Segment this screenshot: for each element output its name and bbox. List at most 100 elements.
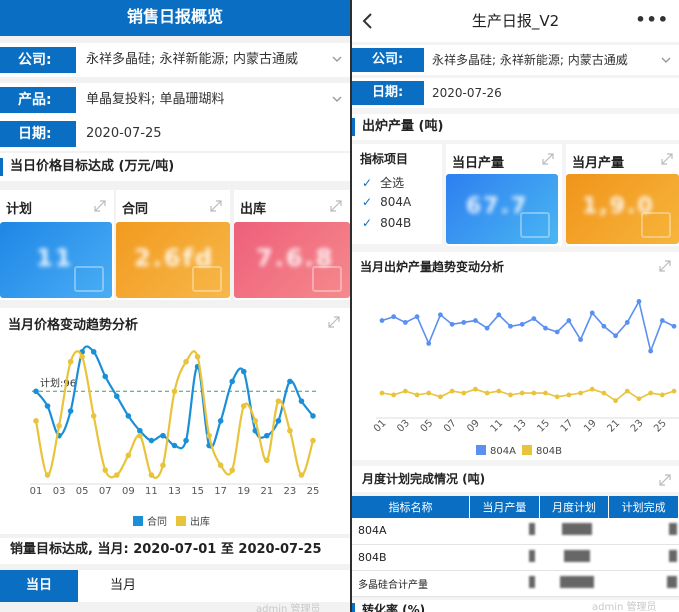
legend-item-804b[interactable]: 804B xyxy=(522,445,562,457)
data-point xyxy=(160,462,166,469)
x-tick-label: 15 xyxy=(535,418,552,435)
table-row[interactable]: 多晶硅合计产量 xyxy=(352,570,679,597)
chevron-down-icon[interactable] xyxy=(332,94,342,104)
option-label: 804A xyxy=(380,195,412,209)
x-tick-label: 01 xyxy=(372,418,389,435)
data-point xyxy=(171,388,178,395)
x-tick-label: 01 xyxy=(30,486,43,497)
data-point xyxy=(438,312,443,318)
data-point xyxy=(578,390,583,396)
filter-label: 产品: xyxy=(0,87,76,113)
data-point xyxy=(566,392,572,398)
data-point xyxy=(426,341,432,346)
x-tick-label: 19 xyxy=(237,486,250,497)
chevron-down-icon[interactable] xyxy=(332,54,342,64)
section-title: 转化率 (%) xyxy=(362,603,426,612)
company-filter[interactable]: 公司: 永祥多晶硅; 永祥新能源; 内蒙古通威 xyxy=(0,43,350,77)
kpi-label: 出库 xyxy=(240,202,267,217)
section-title: 出炉产量 (吨) xyxy=(362,119,444,134)
table-row[interactable]: 804B xyxy=(352,544,679,571)
data-point xyxy=(671,388,677,394)
section-accent xyxy=(352,603,355,612)
redacted-cell xyxy=(539,544,609,571)
x-tick-label: 17 xyxy=(559,418,576,435)
data-point xyxy=(601,323,607,329)
indicator-selector: 指标项目 ✓ 全选 ✓ 804A ✓ 804B xyxy=(352,144,442,244)
column-header: 当月产量 xyxy=(469,496,540,518)
table-header-row: 指标名称 当月产量 月度计划 计划完成 xyxy=(352,496,679,518)
kpi-tile: 1,9.0 xyxy=(566,174,679,244)
data-point xyxy=(391,314,397,320)
chevron-down-icon[interactable] xyxy=(661,55,671,65)
expand-icon[interactable] xyxy=(542,153,554,165)
column-header: 指标名称 xyxy=(352,496,471,518)
data-point xyxy=(648,390,654,396)
data-point xyxy=(554,394,560,400)
period-tabs: 当日 当月 xyxy=(0,570,350,602)
section-accent xyxy=(0,158,3,176)
x-tick-label: 03 xyxy=(395,418,412,435)
redacted-cell xyxy=(469,570,540,597)
data-point xyxy=(624,388,630,394)
document-icon xyxy=(520,212,550,238)
date-value[interactable]: 2020-07-26 xyxy=(432,78,502,108)
table-row[interactable]: 804A xyxy=(352,518,679,545)
date-filter[interactable]: 日期: 2020-07-25 xyxy=(0,117,350,151)
data-point xyxy=(183,358,189,365)
tab-month[interactable]: 当月 xyxy=(84,570,162,602)
data-point xyxy=(449,388,455,394)
more-icon[interactable]: ••• xyxy=(635,10,669,29)
data-point xyxy=(102,373,109,380)
x-tick-label: 05 xyxy=(76,486,89,497)
x-tick-label: 07 xyxy=(99,486,112,497)
data-point xyxy=(473,318,478,323)
kpi-tile: 67.7 xyxy=(446,174,558,244)
x-tick-label: 07 xyxy=(442,418,459,435)
series-line xyxy=(381,299,675,354)
data-point xyxy=(44,472,51,478)
data-point xyxy=(298,472,305,478)
x-tick-label: 23 xyxy=(284,486,297,497)
expand-icon[interactable] xyxy=(659,474,671,486)
date-filter[interactable]: 日期: 2020-07-26 xyxy=(352,78,679,108)
data-point xyxy=(113,393,120,400)
legend-item-outbound[interactable]: 出库 xyxy=(176,513,210,528)
data-point xyxy=(659,392,665,398)
data-point xyxy=(414,392,420,398)
data-point xyxy=(298,398,305,404)
data-point xyxy=(601,390,607,396)
data-point xyxy=(484,390,490,396)
legend-item-contract[interactable]: 合同 xyxy=(133,513,167,528)
indicator-option-804a[interactable]: ✓ 804A xyxy=(362,195,411,209)
plan-annotation: 计划:96 xyxy=(40,376,76,389)
tab-today[interactable]: 当日 xyxy=(0,570,78,602)
price-trend-chart: 计划:96 01 03 05 07 09 11 13 15 17 19 21 23 25 xyxy=(30,345,320,497)
expand-icon[interactable] xyxy=(661,153,673,165)
data-point xyxy=(589,386,595,392)
product-filter[interactable]: 产品: 单晶复投料; 单晶珊瑚料 xyxy=(0,83,350,117)
x-tick-label: 21 xyxy=(260,486,273,497)
indicator-option-804b[interactable]: ✓ 804B xyxy=(362,216,411,230)
kpi-card-monthly-output: 当月产量 1,9.0 xyxy=(566,144,679,246)
indicator-option-all[interactable]: ✓ 全选 xyxy=(362,174,404,191)
section-title: 月度计划完成情况 (吨) xyxy=(362,472,486,486)
sales-report-panel: 销售日报概览 公司: 永祥多晶硅; 永祥新能源; 内蒙古通威 产品: 单晶复投料… xyxy=(0,0,350,612)
data-point xyxy=(310,413,316,419)
date-value[interactable]: 2020-07-25 xyxy=(86,117,162,151)
data-point xyxy=(229,378,236,385)
x-tick-label: 13 xyxy=(512,418,529,435)
filter-label: 公司: xyxy=(0,47,76,73)
column-header: 月度计划 xyxy=(539,496,610,518)
column-header: 计划完成 xyxy=(608,496,679,518)
data-point xyxy=(148,437,155,444)
series-line xyxy=(381,388,675,402)
legend-item-804a[interactable]: 804A xyxy=(476,445,516,457)
company-filter[interactable]: 公司: 永祥多晶硅; 永祥新能源; 内蒙古通威 xyxy=(352,45,679,75)
legend-label: 合同 xyxy=(147,517,167,528)
plan-table: 指标名称 当月产量 月度计划 计划完成 804A 804B 多晶硅合计产量 xyxy=(352,496,679,597)
x-tick-label: 25 xyxy=(307,486,320,497)
expand-icon[interactable] xyxy=(94,200,106,212)
expand-icon[interactable] xyxy=(210,200,222,212)
kpi-label: 当月产量 xyxy=(572,156,625,171)
expand-icon[interactable] xyxy=(330,200,342,212)
